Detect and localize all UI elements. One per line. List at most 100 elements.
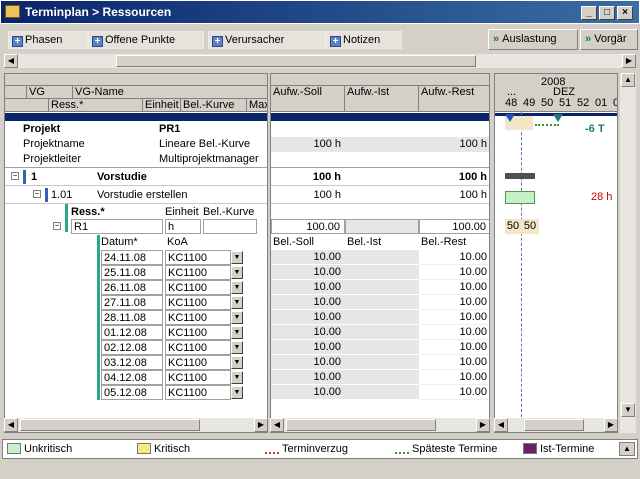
col-vg-name[interactable]: VG-Name — [73, 86, 267, 99]
scroll-thumb[interactable] — [116, 55, 476, 67]
dropdown-arrow-icon[interactable]: ▼ — [231, 371, 243, 384]
left-scrollbar[interactable]: ◀ ▶ — [4, 418, 268, 432]
date-cell[interactable]: 26.11.08 — [101, 280, 163, 295]
ress-r1[interactable]: R1 — [71, 219, 163, 234]
bel-soll-cell: 10.00 — [271, 340, 345, 355]
ress-rest[interactable]: 100.00 — [419, 219, 489, 234]
koa-cell[interactable]: KC1100 — [165, 310, 231, 325]
end-marker-icon — [553, 114, 563, 122]
tab-verursacher[interactable]: + Verursacher — [208, 31, 326, 49]
dropdown-arrow-icon[interactable]: ▼ — [231, 386, 243, 399]
top-scrollbar[interactable]: ◀ ▶ — [4, 54, 636, 68]
koa-cell[interactable]: KC1100 — [165, 340, 231, 355]
today-line — [521, 112, 522, 432]
scroll-left-icon[interactable]: ◀ — [270, 418, 284, 432]
date-cell[interactable]: 02.12.08 — [101, 340, 163, 355]
date-cell[interactable]: 04.12.08 — [101, 370, 163, 385]
scroll-left-icon[interactable]: ◀ — [4, 418, 18, 432]
bel-rest-cell[interactable]: 10.00 — [419, 355, 489, 370]
date-cell[interactable]: 25.11.08 — [101, 265, 163, 280]
koa-cell[interactable]: KC1100 — [165, 355, 231, 370]
col-bel-kurve[interactable]: Bel.-Kurve — [181, 99, 247, 112]
ress-week-49: 50 — [521, 219, 539, 234]
window-title: Terminplan > Ressourcen — [25, 5, 172, 19]
bel-ist-cell — [345, 265, 419, 280]
dropdown-arrow-icon[interactable]: ▼ — [231, 311, 243, 324]
scroll-left-icon[interactable]: ◀ — [494, 418, 508, 432]
koa-header: KoA — [167, 236, 188, 248]
koa-cell[interactable]: KC1100 — [165, 325, 231, 340]
bel-rest-cell[interactable]: 10.00 — [419, 385, 489, 400]
r2-rest: 100 h — [459, 189, 487, 201]
bel-ist-cell — [345, 385, 419, 400]
col-aufw-rest[interactable]: Aufw.-Rest — [419, 86, 489, 112]
r1-rest: 100 h — [458, 171, 487, 183]
dropdown-arrow-icon[interactable]: ▼ — [231, 296, 243, 309]
start-marker-icon — [505, 114, 515, 122]
bel-rest-cell[interactable]: 10.00 — [419, 295, 489, 310]
koa-cell[interactable]: KC1100 — [165, 250, 231, 265]
bel-rest-cell[interactable]: 10.00 — [419, 265, 489, 280]
scroll-right-icon[interactable]: ▶ — [476, 418, 490, 432]
dropdown-arrow-icon[interactable]: ▼ — [231, 341, 243, 354]
dropdown-arrow-icon[interactable]: ▼ — [231, 326, 243, 339]
koa-cell[interactable]: KC1100 — [165, 280, 231, 295]
tab-notizen[interactable]: + Notizen — [326, 31, 402, 49]
date-cell[interactable]: 03.12.08 — [101, 355, 163, 370]
koa-cell[interactable]: KC1100 — [165, 265, 231, 280]
gantt-scrollbar[interactable]: ◀ ▶ — [494, 418, 618, 432]
ress-einheit[interactable]: h — [165, 219, 201, 234]
collapse-icon[interactable]: − — [53, 222, 61, 230]
date-cell[interactable]: 27.11.08 — [101, 295, 163, 310]
koa-cell[interactable]: KC1100 — [165, 385, 231, 400]
legend-scroll-icon[interactable]: ▲ — [619, 442, 635, 456]
collapse-icon[interactable]: − — [33, 190, 41, 198]
scroll-right-icon[interactable]: ▶ — [622, 54, 636, 68]
tab-offene-punkte[interactable]: + Offene Punkte — [88, 31, 204, 49]
scroll-right-icon[interactable]: ▶ — [604, 418, 618, 432]
collapse-icon[interactable]: − — [11, 172, 19, 180]
bel-rest-cell[interactable]: 10.00 — [419, 310, 489, 325]
dropdown-arrow-icon[interactable]: ▼ — [231, 281, 243, 294]
date-cell[interactable]: 05.12.08 — [101, 385, 163, 400]
bel-rest-cell[interactable]: 10.00 — [419, 250, 489, 265]
toolbar: + Phasen + Offene Punkte + Verursacher + Not… — [2, 27, 638, 53]
ress-soll[interactable]: 100.00 — [271, 219, 345, 234]
task-bar[interactable] — [505, 191, 535, 204]
date-cell[interactable]: 01.12.08 — [101, 325, 163, 340]
col-ress[interactable]: Ress.* — [49, 99, 143, 112]
bel-rest-cell[interactable]: 10.00 — [419, 280, 489, 295]
maximize-button[interactable]: □ — [599, 6, 615, 20]
scroll-thumb[interactable] — [286, 419, 436, 431]
dropdown-arrow-icon[interactable]: ▼ — [231, 266, 243, 279]
bel-rest-cell[interactable]: 10.00 — [419, 325, 489, 340]
vorgaenge-button[interactable]: » Vorgär — [580, 29, 638, 50]
col-max[interactable]: Max — [247, 99, 267, 112]
dropdown-arrow-icon[interactable]: ▼ — [231, 356, 243, 369]
date-cell[interactable]: 24.11.08 — [101, 250, 163, 265]
col-aufw-ist[interactable]: Aufw.-Ist — [345, 86, 419, 112]
col-aufw-soll[interactable]: Aufw.-Soll — [271, 86, 345, 112]
scroll-right-icon[interactable]: ▶ — [254, 418, 268, 432]
tab-phasen[interactable]: + Phasen — [8, 31, 88, 49]
mid-scrollbar[interactable]: ◀ ▶ — [270, 418, 490, 432]
col-einheit[interactable]: Einheit — [143, 99, 181, 112]
close-button[interactable]: × — [617, 6, 633, 20]
scroll-thumb[interactable] — [524, 419, 584, 431]
auslastung-button[interactable]: » Auslastung — [488, 29, 578, 50]
koa-cell[interactable]: KC1100 — [165, 295, 231, 310]
scroll-up-icon[interactable]: ▲ — [621, 73, 635, 87]
scroll-left-icon[interactable]: ◀ — [4, 54, 18, 68]
dropdown-arrow-icon[interactable]: ▼ — [231, 251, 243, 264]
minimize-button[interactable]: _ — [581, 6, 597, 20]
koa-cell[interactable]: KC1100 — [165, 370, 231, 385]
scroll-thumb[interactable] — [20, 419, 200, 431]
bel-rest-cell[interactable]: 10.00 — [419, 370, 489, 385]
ress-bel-kurve[interactable] — [203, 219, 257, 234]
bel-rest-cell[interactable]: 10.00 — [419, 340, 489, 355]
scroll-down-icon[interactable]: ▼ — [621, 403, 635, 417]
col-vg[interactable]: VG — [27, 86, 73, 99]
vertical-scrollbar[interactable]: ▲ ▼ — [620, 73, 636, 433]
date-cell[interactable]: 28.11.08 — [101, 310, 163, 325]
summary-bar[interactable] — [505, 173, 535, 179]
